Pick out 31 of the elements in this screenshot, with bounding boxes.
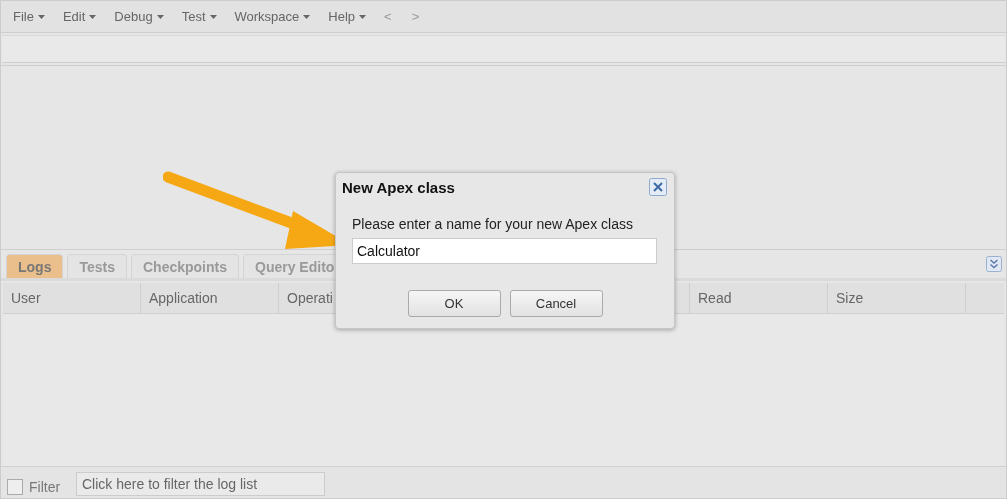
column-header: Read — [690, 283, 828, 313]
menu-item[interactable]: Help — [328, 9, 367, 24]
column-header: Application — [141, 283, 279, 313]
menu-item[interactable]: < — [384, 9, 392, 24]
tab[interactable]: Logs — [6, 254, 64, 278]
name-field[interactable]: Calculator — [352, 238, 657, 264]
column-header: User — [3, 283, 141, 313]
filter-checkbox[interactable] — [7, 478, 23, 495]
filter-label: Filter — [29, 478, 62, 495]
column-header: Size — [828, 283, 966, 313]
dialog-button[interactable]: OK — [407, 290, 501, 317]
tab[interactable]: Checkpoints — [131, 254, 239, 278]
filter-field[interactable]: Click here to filter the log list — [76, 471, 325, 496]
menu-item[interactable]: File — [13, 9, 45, 24]
close-icon[interactable] — [649, 178, 667, 196]
dialog-title: New Apex class — [342, 178, 455, 196]
menu-item[interactable]: > — [411, 9, 420, 24]
caret-icon — [359, 14, 367, 19]
dialog-button[interactable]: Cancel — [509, 290, 603, 317]
collapse-icon[interactable] — [986, 256, 1002, 272]
caret-icon — [156, 14, 164, 19]
menu-item[interactable]: Workspace — [234, 9, 311, 24]
caret-icon — [37, 14, 45, 19]
tab[interactable]: Tests — [67, 254, 127, 278]
menu-item[interactable]: Debug — [114, 9, 164, 24]
caret-icon — [89, 14, 97, 19]
prompt-text: Please enter a name for your new Apex class — [352, 216, 634, 232]
caret-icon — [303, 14, 311, 19]
menu-item[interactable]: Test — [181, 9, 217, 24]
caret-icon — [209, 14, 217, 19]
menu-item[interactable]: Edit — [62, 9, 97, 24]
